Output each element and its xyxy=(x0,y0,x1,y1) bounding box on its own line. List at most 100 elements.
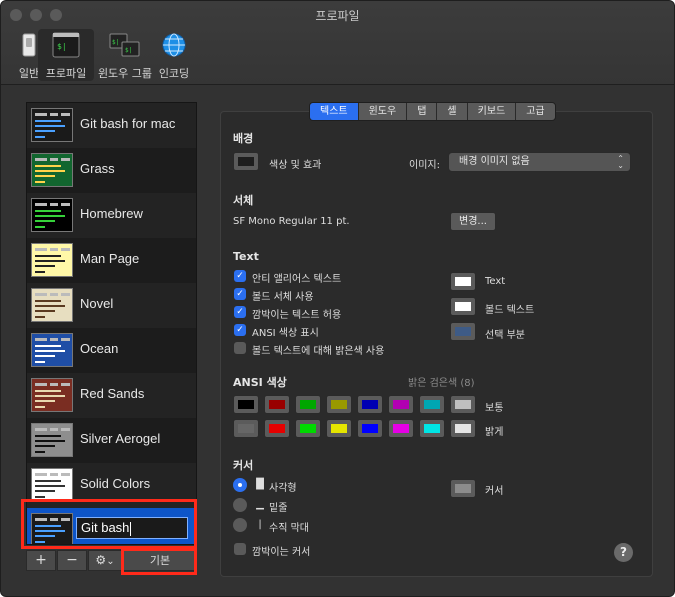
ansi-color-well-normal[interactable] xyxy=(357,395,383,414)
window-groups-icon: $| $| xyxy=(109,33,140,57)
text-option-checkbox[interactable] xyxy=(234,342,246,354)
ansi-color-well-bright[interactable] xyxy=(388,419,414,438)
checkmark-icon: ✓ xyxy=(236,307,244,317)
blink-cursor-label: 깜박이는 커서 xyxy=(252,547,311,558)
cursor-color-label: 커서 xyxy=(485,486,504,497)
ansi-color-well-normal[interactable] xyxy=(388,395,414,414)
text-option-label: ANSI 색상 표시 xyxy=(252,328,319,339)
profile-thumbnail xyxy=(31,153,73,187)
background-image-select[interactable]: 배경 이미지 없음 ⌃ ⌄ xyxy=(448,152,631,172)
tab-advanced[interactable]: 고급 xyxy=(516,103,555,120)
profile-item[interactable]: Red Sands xyxy=(27,373,196,418)
add-profile-button[interactable]: + xyxy=(26,550,56,571)
ansi-color-well-normal[interactable] xyxy=(419,395,445,414)
svg-text:$|: $| xyxy=(125,47,132,54)
text-color-well[interactable] xyxy=(450,297,476,316)
profile-name: Ocean xyxy=(80,341,119,356)
text-color-well[interactable] xyxy=(450,272,476,291)
background-color-well[interactable] xyxy=(233,152,259,171)
text-option-label: 안티 앨리어스 텍스트 xyxy=(252,274,342,285)
text-option-checkbox[interactable]: ✓ xyxy=(234,270,246,282)
change-font-button[interactable]: 변경... xyxy=(450,212,496,231)
svg-text:$|: $| xyxy=(57,42,67,51)
tab-shell[interactable]: 셸 xyxy=(437,103,468,120)
profile-item[interactable]: Grass xyxy=(27,148,196,193)
tab-text[interactable]: 텍스트 xyxy=(310,103,359,120)
ansi-color-well-bright[interactable] xyxy=(233,419,259,438)
globe-icon xyxy=(162,33,186,57)
settings-tabs: 텍스트 윈도우 탭 셸 키보드 고급 xyxy=(309,102,556,121)
ansi-color-well-bright[interactable] xyxy=(295,419,321,438)
ansi-color-well-bright[interactable] xyxy=(450,419,476,438)
chevron-down-icon: ⌄ xyxy=(106,556,115,567)
profile-thumbnail xyxy=(31,108,73,142)
cursor-style-label: 수직 막대 xyxy=(269,523,309,534)
window-title: 프로파일 xyxy=(315,9,360,23)
profile-item[interactable]: Silver Aerogel xyxy=(27,418,196,463)
text-color-label: Text xyxy=(485,276,506,287)
text-option-checkbox[interactable]: ✓ xyxy=(234,324,246,336)
profile-item[interactable]: Homebrew xyxy=(27,193,196,238)
ansi-bright-hint: 밝은 검은색 (8) xyxy=(408,378,475,389)
cursor-color-well[interactable] xyxy=(450,479,476,498)
ansi-color-well-normal[interactable] xyxy=(450,395,476,414)
profile-list[interactable]: Git bash for mac Grass Homebrew Man Page Nov… xyxy=(26,102,197,545)
blink-cursor-checkbox[interactable] xyxy=(234,543,246,555)
profile-thumbnail xyxy=(31,288,73,322)
ansi-color-well-normal[interactable] xyxy=(264,395,290,414)
cursor-style-radio[interactable] xyxy=(233,478,247,492)
profile-name: Solid Colors xyxy=(80,476,151,491)
profile-item[interactable]: Git bash for mac xyxy=(27,103,196,148)
gear-menu-button[interactable]: ⚙⌄ xyxy=(88,550,122,571)
font-value: SF Mono Regular 11 pt. xyxy=(233,216,350,227)
profile-item[interactable]: Man Page xyxy=(27,238,196,283)
toolbar-encoding[interactable]: 인코딩 xyxy=(146,29,202,81)
cursor-style-glyph: ▁ xyxy=(256,499,264,510)
text-option-label: 볼드 서체 사용 xyxy=(252,292,314,303)
ansi-color-well-bright[interactable] xyxy=(357,419,383,438)
ansi-color-well-bright[interactable] xyxy=(419,419,445,438)
profile-thumbnail xyxy=(31,423,73,457)
highlight-box-selected-profile xyxy=(21,499,197,549)
ansi-bright-label: 밝게 xyxy=(485,427,504,438)
titlebar: 프로파일 일반 $| 프로파일 $| $| 윈도우 그룹 인코딩 xyxy=(1,1,674,85)
ansi-color-well-bright[interactable] xyxy=(326,419,352,438)
checkmark-icon: ✓ xyxy=(236,289,244,299)
ansi-color-well-bright[interactable] xyxy=(264,419,290,438)
profile-name: Novel xyxy=(80,296,114,311)
cursor-style-glyph: | xyxy=(258,519,262,530)
profile-name: Silver Aerogel xyxy=(80,431,161,446)
ansi-color-well-normal[interactable] xyxy=(295,395,321,414)
profile-item[interactable]: Novel xyxy=(27,283,196,328)
toolbar-profiles[interactable]: $| 프로파일 xyxy=(38,29,94,81)
gear-icon: ⚙ xyxy=(95,553,107,567)
ansi-section-title: ANSI 색상 xyxy=(233,376,287,389)
help-button[interactable]: ? xyxy=(614,543,633,562)
toolbar-encoding-label: 인코딩 xyxy=(158,67,190,80)
remove-profile-button[interactable]: − xyxy=(57,550,87,571)
cursor-style-glyph: █ xyxy=(256,479,264,490)
ansi-color-well-normal[interactable] xyxy=(233,395,259,414)
text-color-label: 볼드 텍스트 xyxy=(485,305,535,316)
tab-window[interactable]: 윈도우 xyxy=(358,103,408,120)
select-arrows-icon: ⌃ ⌄ xyxy=(617,154,624,170)
cursor-style-radio[interactable] xyxy=(233,498,247,512)
ansi-color-well-normal[interactable] xyxy=(326,395,352,414)
cursor-style-label: 밑줄 xyxy=(269,503,288,514)
cursor-style-radio[interactable] xyxy=(233,518,247,532)
text-color-label: 선택 부분 xyxy=(485,330,525,341)
text-option-label: 볼드 텍스트에 대해 밝은색 사용 xyxy=(252,346,385,357)
text-option-checkbox[interactable]: ✓ xyxy=(234,288,246,300)
text-option-checkbox[interactable]: ✓ xyxy=(234,306,246,318)
tab-tab[interactable]: 탭 xyxy=(407,103,438,120)
profile-name: Man Page xyxy=(80,251,140,266)
highlight-box-default-button xyxy=(121,548,197,575)
preferences-window: 프로파일 일반 $| 프로파일 $| $| 윈도우 그룹 인코딩 Git bas… xyxy=(0,0,675,597)
toolbar-window-groups[interactable]: $| $| 윈도우 그룹 xyxy=(97,29,153,81)
profile-item[interactable]: Ocean xyxy=(27,328,196,373)
tab-keyboard[interactable]: 키보드 xyxy=(467,103,517,120)
ansi-normal-label: 보통 xyxy=(485,403,504,414)
text-section-title: Text xyxy=(233,250,259,263)
text-color-well[interactable] xyxy=(450,322,476,341)
text-option-label: 깜박이는 텍스트 허용 xyxy=(252,310,342,321)
